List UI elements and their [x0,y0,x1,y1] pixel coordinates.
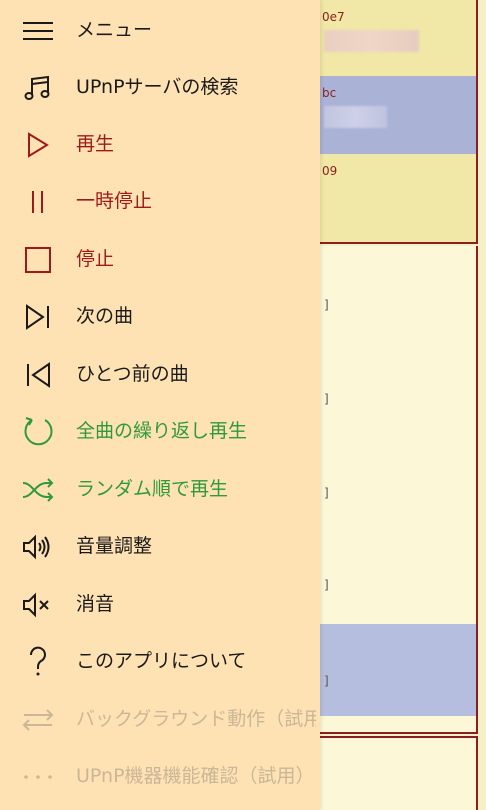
menu-item-mute[interactable]: 消音 [0,576,320,633]
menu-item-stop[interactable]: 停止 [0,231,320,288]
menu-item-background-mode[interactable]: バックグラウンド動作（試用） [0,691,320,748]
question-icon [20,644,56,680]
list-item-text: ] [324,298,329,312]
music-note-icon [20,70,56,106]
list-item-text: ] [324,578,329,592]
menu-item-play[interactable]: 再生 [0,116,320,173]
list-item-text: ] [324,486,329,500]
menu-item-label: UPnP機器機能確認（試用） [76,765,315,787]
list-item-id: 0e7 [322,10,345,24]
list-item-text: ] [324,674,329,688]
menu-item-label: このアプリについて [76,650,247,672]
list-item-id: 09 [322,164,338,178]
volume-icon [20,529,56,565]
menu-item-label: メニュー [76,19,153,41]
menu-item-label: 消音 [76,593,115,615]
side-menu: メニュー UPnPサーバの検索 再生 一時停止 停止 次の曲 ひとつ前の曲 全曲… [0,0,320,810]
repeat-icon [20,414,56,450]
menu-item-label: 音量調整 [76,535,153,557]
menu-item-label: ランダム順で再生 [76,478,229,500]
menu-item-pause[interactable]: 一時停止 [0,173,320,230]
menu-item-label: バックグラウンド動作（試用） [76,708,316,730]
blurred-text [324,30,419,52]
pause-icon [20,184,56,220]
shuffle-icon [20,472,56,508]
menu-item-label: 再生 [76,133,115,155]
menu-item-about[interactable]: このアプリについて [0,633,320,690]
list-item-id: bc [322,86,337,100]
play-icon [20,127,56,163]
swap-arrows-icon [20,702,56,738]
menu-item-label: 次の曲 [76,305,134,327]
menu-item-shuffle[interactable]: ランダム順で再生 [0,461,320,518]
menu-item-label: 全曲の繰り返し再生 [76,420,248,442]
menu-item-volume[interactable]: 音量調整 [0,518,320,575]
menu-item-next-track[interactable]: 次の曲 [0,288,320,345]
hamburger-icon [20,13,56,49]
menu-item-label: 停止 [76,248,115,270]
list-item-text: ] [324,392,329,406]
menu-item-label: ひとつ前の曲 [76,363,189,385]
previous-track-icon [20,357,56,393]
menu-item-previous-track[interactable]: ひとつ前の曲 [0,346,320,403]
stop-icon [20,242,56,278]
menu-item-label: 一時停止 [76,190,153,212]
blurred-text [324,106,387,128]
menu-item-upnp-search[interactable]: UPnPサーバの検索 [0,59,320,116]
next-track-icon [20,299,56,335]
menu-item-upnp-check[interactable]: UPnP機器機能確認（試用） [0,748,320,805]
more-dots-icon [20,759,56,795]
mute-icon [20,587,56,623]
menu-item-label: UPnPサーバの検索 [76,76,239,98]
menu-toggle-button[interactable]: メニュー [0,2,320,59]
menu-item-repeat-all[interactable]: 全曲の繰り返し再生 [0,403,320,460]
